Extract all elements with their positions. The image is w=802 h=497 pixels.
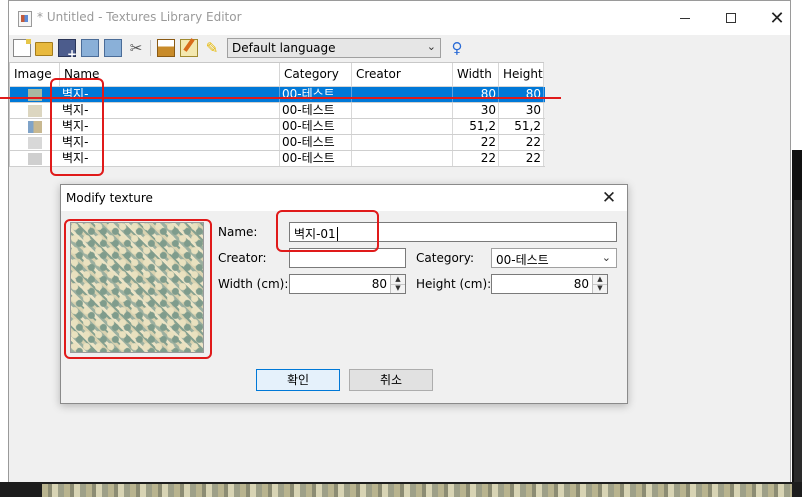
background-close-icon: ✕ — [795, 152, 802, 173]
height-label: Height (cm): — [416, 277, 492, 291]
width-spin-buttons[interactable]: ▲ ▼ — [390, 275, 405, 293]
language-select[interactable]: Default language ⌄ — [227, 38, 441, 58]
maximize-icon — [726, 13, 736, 23]
add-texture-icon[interactable] — [58, 39, 77, 61]
minimize-button[interactable] — [662, 1, 708, 35]
column-header-creator[interactable]: Creator — [352, 63, 453, 87]
row-category: 00-테스트 — [280, 87, 352, 102]
height-spinner[interactable]: 80 ▲ ▼ — [491, 274, 608, 294]
annotation-box-name-column — [50, 78, 104, 176]
category-label: Category: — [416, 251, 474, 265]
chevron-down-icon: ⌄ — [601, 251, 611, 264]
cancel-button[interactable]: 취소 — [349, 369, 433, 391]
height-value: 80 — [573, 277, 589, 291]
row-category: 00-테스트 — [280, 119, 352, 134]
import-icon[interactable] — [81, 39, 99, 57]
help-icon[interactable]: ♀ — [448, 39, 466, 57]
export-icon[interactable] — [104, 39, 122, 57]
width-label: Width (cm): — [218, 277, 289, 291]
row-width: 30 — [453, 103, 499, 118]
tools-icon[interactable]: ✂ — [127, 39, 145, 57]
row-height: 51,2 — [499, 119, 544, 134]
column-header-category[interactable]: Category — [280, 63, 352, 87]
row-category: 00-테스트 — [280, 103, 352, 118]
download-icon[interactable] — [157, 39, 175, 57]
new-icon[interactable] — [13, 39, 31, 57]
width-value: 80 — [371, 277, 387, 291]
row-height: 22 — [499, 135, 544, 150]
row-width: 80 — [453, 87, 499, 102]
texture-thumbnail — [28, 89, 42, 101]
desktop-wallpaper-strip — [794, 200, 802, 497]
texture-thumbnail — [28, 121, 42, 133]
row-creator — [352, 151, 453, 166]
texture-thumbnail — [28, 105, 42, 117]
modify-icon[interactable] — [180, 39, 198, 57]
row-creator — [352, 119, 453, 134]
texture-thumbnail — [28, 137, 42, 149]
dialog-title: Modify texture — [66, 191, 153, 205]
row-creator — [352, 103, 453, 118]
close-icon: ✕ — [601, 188, 617, 208]
close-button[interactable]: ✕ — [754, 1, 800, 35]
app-icon — [18, 11, 32, 27]
toolbar-separator — [150, 40, 151, 56]
dialog-title-bar: Modify texture ✕ — [61, 185, 627, 211]
category-select[interactable]: 00-테스트 ⌄ — [491, 248, 617, 268]
row-height: 80 — [499, 87, 544, 102]
toolbar: ✂ ✎ Default language ⌄ ♀ — [9, 35, 790, 61]
row-height: 22 — [499, 151, 544, 166]
row-creator — [352, 135, 453, 150]
chevron-down-icon: ⌄ — [426, 40, 436, 53]
row-width: 22 — [453, 151, 499, 166]
row-category: 00-테스트 — [280, 135, 352, 150]
column-header-width[interactable]: Width — [453, 63, 499, 87]
open-icon[interactable] — [35, 42, 53, 56]
creator-label: Creator: — [218, 251, 267, 265]
height-spin-buttons[interactable]: ▲ ▼ — [592, 275, 607, 293]
column-header-height[interactable]: Height — [499, 63, 544, 87]
category-select-value: 00-테스트 — [496, 253, 549, 267]
spin-down-icon[interactable]: ▼ — [391, 284, 405, 293]
ok-button[interactable]: 확인 — [256, 369, 340, 391]
annotation-box-preview — [64, 219, 212, 359]
width-spinner[interactable]: 80 ▲ ▼ — [289, 274, 406, 294]
name-label: Name: — [218, 225, 258, 239]
window-title: * Untitled - Textures Library Editor — [37, 10, 242, 24]
title-bar: * Untitled - Textures Library Editor ✕ — [9, 1, 790, 35]
row-category: 00-테스트 — [280, 151, 352, 166]
row-width: 22 — [453, 135, 499, 150]
texture-thumbnail — [28, 153, 42, 165]
desktop-wallpaper-texture — [42, 484, 792, 497]
row-width: 51,2 — [453, 119, 499, 134]
minimize-icon — [680, 17, 690, 19]
dialog-close-button[interactable]: ✕ — [591, 185, 627, 211]
row-creator — [352, 87, 453, 102]
annotation-box-name-field — [276, 210, 379, 252]
language-select-value: Default language — [232, 41, 336, 55]
spin-down-icon[interactable]: ▼ — [593, 284, 607, 293]
maximize-button[interactable] — [708, 1, 754, 35]
clean-icon[interactable]: ✎ — [203, 39, 221, 57]
close-icon: ✕ — [769, 7, 785, 29]
row-height: 30 — [499, 103, 544, 118]
